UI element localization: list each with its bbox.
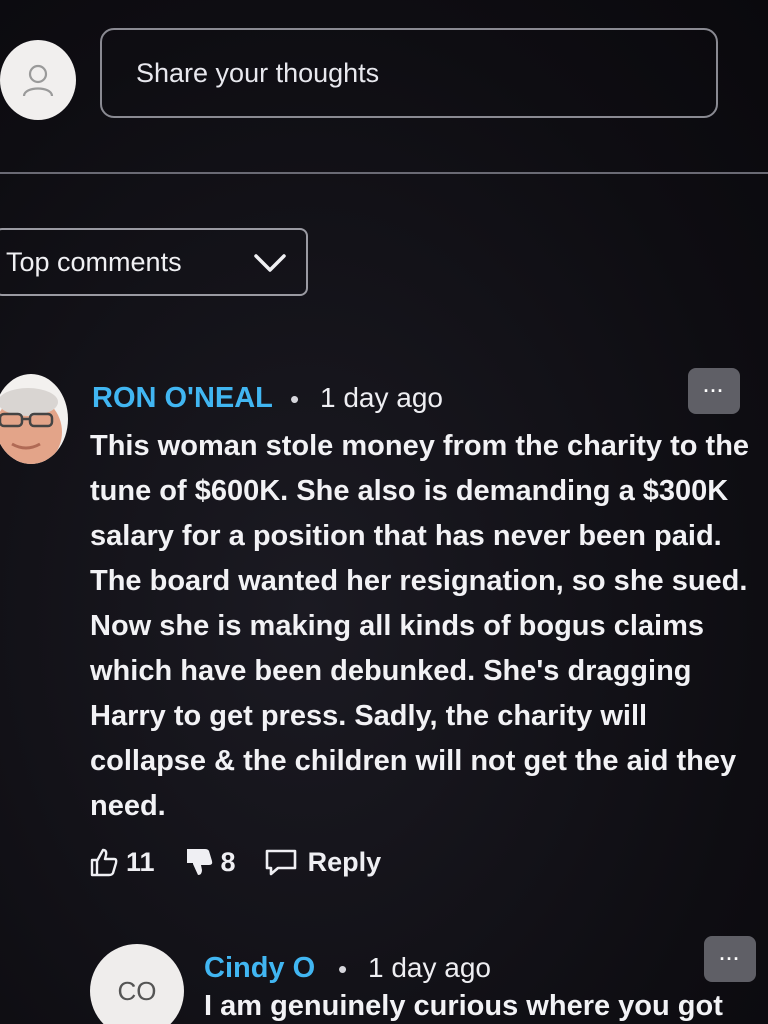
comment-input-placeholder: Share your thoughts [136,57,380,88]
reply-button[interactable]: Reply [264,846,382,878]
thumbs-up-icon [90,848,118,877]
comment-body: I am genuinely curious where you got [204,990,723,1022]
divider [0,172,768,174]
comment-author[interactable]: Cindy O [204,952,315,985]
dislike-count: 8 [220,846,236,877]
more-options-icon: ··· [703,380,725,401]
avatar[interactable]: CO [90,944,184,1024]
user-silhouette-icon [22,64,54,97]
dislike-button[interactable]: 8 [183,846,236,878]
reply-label: Reply [307,846,382,877]
comment-timestamp: 1 day ago [368,952,491,983]
like-button[interactable]: 11 [88,846,155,878]
comment-input[interactable]: Share your thoughts [100,28,718,118]
avatar[interactable] [0,374,68,464]
more-options-icon: ··· [719,948,741,969]
comments-page: Share your thoughts Top comments RON O'N… [0,0,768,1024]
profile-photo [0,374,68,464]
comment-author[interactable]: RON O'NEAL [92,382,273,415]
meta-separator: • [290,384,300,414]
chevron-down-icon [254,254,286,272]
comment-timestamp: 1 day ago [320,382,443,413]
more-options-button[interactable]: ··· [688,368,740,414]
like-count: 11 [126,846,155,877]
meta-separator: • [338,954,348,984]
sort-dropdown-label: Top comments [6,246,182,277]
comment-body: This woman stole money from the charity … [90,430,750,822]
reply-bubble-icon [265,849,296,876]
sort-dropdown[interactable]: Top comments [0,228,308,296]
more-options-button[interactable]: ··· [704,936,756,982]
thumbs-down-icon [186,849,212,875]
avatar-initials: CO [117,975,157,1006]
current-user-avatar [0,40,76,120]
comment-actions: 11 8 Reply [88,840,409,884]
